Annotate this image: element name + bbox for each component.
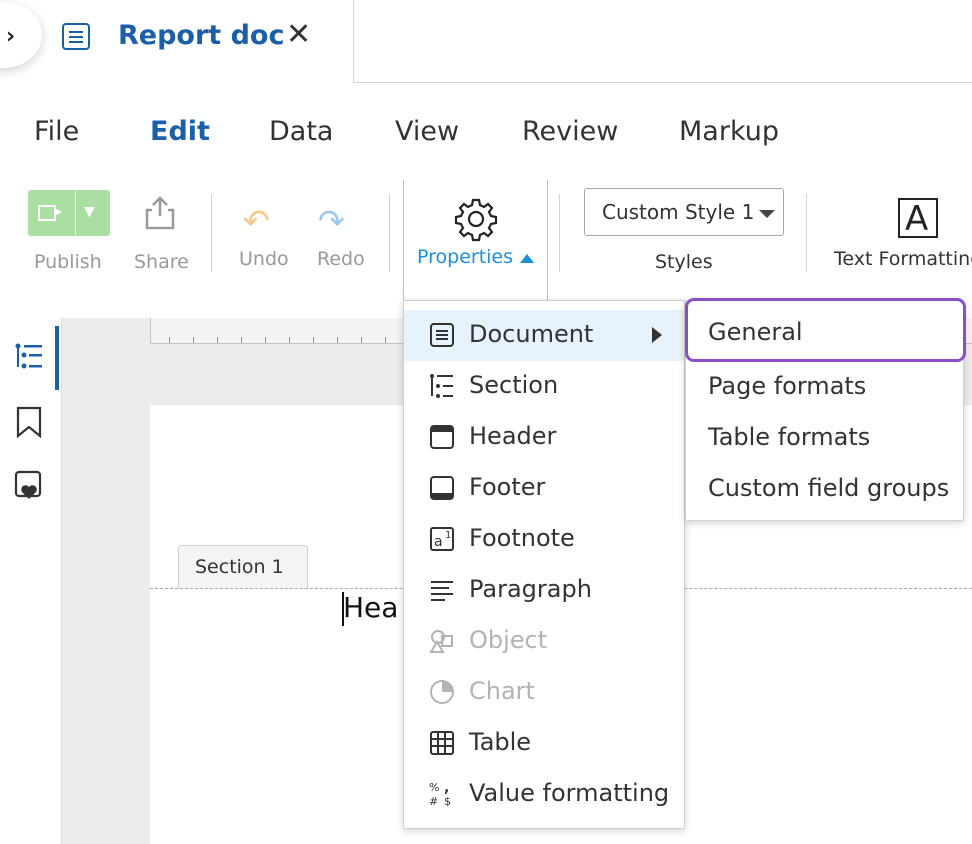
footer-icon [430, 476, 454, 500]
bookmark-icon[interactable] [16, 406, 42, 438]
publish-button[interactable]: ▸ ▼ [28, 190, 110, 236]
chart-icon [430, 680, 454, 704]
chevron-right-icon: › [6, 24, 16, 49]
text-formatting-label: Text Formatting [834, 248, 972, 270]
menu-item-document[interactable]: Document [404, 310, 684, 361]
menu-item-chart[interactable]: Chart [404, 667, 684, 718]
properties-menu: Document Section Header Footer a 1 Footn… [403, 300, 685, 829]
menu-edit[interactable]: Edit [150, 116, 210, 147]
style-select-value: Custom Style 1 [602, 200, 755, 224]
menu-file[interactable]: File [34, 116, 79, 147]
text-formatting-icon[interactable]: A [898, 198, 938, 239]
document-icon [62, 23, 90, 50]
redo-label: Redo [317, 248, 365, 270]
menu-review[interactable]: Review [522, 116, 618, 147]
submenu-item-custom-field-groups[interactable]: Custom field groups [686, 463, 963, 514]
close-icon[interactable]: ✕ [286, 17, 311, 52]
share-icon[interactable] [143, 196, 177, 230]
gear-icon [454, 198, 498, 242]
menu-item-section[interactable]: Section [404, 361, 684, 412]
table-icon [430, 731, 454, 755]
value-formatting-icon: %, # $ [429, 781, 451, 807]
paragraph-icon [431, 581, 453, 601]
outline-icon[interactable] [14, 342, 44, 372]
menu-view[interactable]: View [395, 116, 459, 147]
section-tab[interactable]: Section 1 [178, 545, 308, 589]
publish-label: Publish [34, 251, 102, 273]
properties-button[interactable]: Properties [403, 180, 548, 300]
section-icon [430, 374, 453, 398]
object-icon [429, 630, 453, 653]
ribbon-toolbar: ▸ ▼ Publish Share ↶ Undo ↷ Redo Properti… [0, 180, 972, 300]
chevron-right-icon [652, 327, 662, 343]
footnote-icon: a 1 [430, 527, 454, 551]
svg-text:#: # [429, 795, 438, 807]
left-rail [0, 318, 62, 844]
redo-icon[interactable]: ↷ [318, 202, 345, 240]
style-select[interactable]: Custom Style 1 [584, 188, 784, 236]
styles-label: Styles [655, 251, 713, 273]
menu-item-object[interactable]: Object [404, 616, 684, 667]
menu-markup[interactable]: Markup [679, 116, 779, 147]
chevron-down-icon [759, 210, 775, 218]
caret-up-icon [520, 254, 534, 263]
submenu-item-general[interactable]: General [685, 298, 966, 362]
svg-text:1: 1 [445, 530, 451, 541]
undo-icon[interactable]: ↶ [243, 202, 270, 240]
header-icon [430, 425, 454, 449]
menu-item-value-formatting[interactable]: %, # $ Value formatting [404, 769, 684, 820]
svg-text:a: a [434, 534, 443, 550]
expand-sidebar-button[interactable]: › [0, 2, 42, 68]
submenu-item-page-formats[interactable]: Page formats [686, 361, 963, 412]
menu-item-footer[interactable]: Footer [404, 463, 684, 514]
share-label: Share [134, 251, 189, 273]
tab-bar: › Report doc ✕ [0, 0, 972, 83]
document-submenu: General Page formats Table formats Custo… [685, 298, 966, 521]
document-body-text[interactable]: Hea [343, 591, 398, 624]
menu-item-table[interactable]: Table [404, 718, 684, 769]
tab-title[interactable]: Report doc [118, 20, 284, 51]
svg-text:%: % [429, 781, 439, 794]
menu-item-footnote[interactable]: a 1 Footnote [404, 514, 684, 565]
tab-strip-empty [353, 0, 972, 83]
menu-item-header[interactable]: Header [404, 412, 684, 463]
menu-bar: File Edit Data View Review Markup [0, 110, 972, 158]
undo-label: Undo [239, 248, 289, 270]
menu-data[interactable]: Data [269, 116, 333, 147]
menu-item-paragraph[interactable]: Paragraph [404, 565, 684, 616]
favorite-icon[interactable] [14, 470, 44, 502]
section-tab-label: Section 1 [195, 556, 284, 578]
svg-text:,: , [444, 781, 449, 796]
rail-active-indicator [55, 326, 59, 390]
document-icon [430, 323, 454, 347]
submenu-item-table-formats[interactable]: Table formats [686, 412, 963, 463]
svg-text:$: $ [444, 795, 451, 807]
properties-label: Properties [417, 246, 514, 268]
chevron-down-icon[interactable]: ▼ [84, 204, 95, 220]
